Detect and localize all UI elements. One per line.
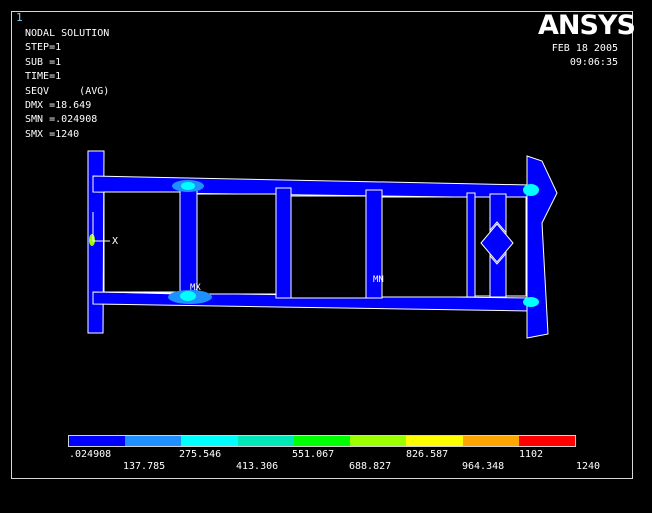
cross-member xyxy=(179,185,198,295)
legend-label: 964.348 xyxy=(462,461,505,472)
legend-label: 826.587 xyxy=(406,449,449,460)
legend-label: 137.785 xyxy=(123,461,166,472)
hotspot-upper-left-core xyxy=(181,182,195,190)
legend-label: 413.306 xyxy=(236,461,279,472)
hotspot-left-end xyxy=(89,234,95,246)
legend-label: 275.546 xyxy=(179,449,222,460)
legend-color-segment xyxy=(181,436,238,446)
legend-color-segment xyxy=(293,436,351,446)
legend-label: 1240 xyxy=(576,461,601,472)
hotspot-lower-right xyxy=(523,297,539,307)
cross-member xyxy=(275,187,292,299)
legend-color-segment xyxy=(350,436,407,446)
x-axis-label: X xyxy=(112,236,118,247)
min-marker: MN xyxy=(373,275,384,285)
legend-color-segment xyxy=(237,436,294,446)
opening xyxy=(381,196,468,298)
legend-label: .024908 xyxy=(69,449,112,460)
legend-label: 1102 xyxy=(519,449,544,460)
contour-legend-bar xyxy=(68,435,576,447)
legend-color-segment xyxy=(518,436,575,446)
legend-color-segment xyxy=(125,436,182,446)
legend-color-segment xyxy=(406,436,463,446)
cross-member xyxy=(466,192,476,298)
opening xyxy=(196,193,277,295)
right-end-plate xyxy=(526,155,558,339)
frame-openings xyxy=(103,191,527,299)
max-marker: MX xyxy=(190,283,201,293)
hotspot-upper-right xyxy=(523,184,539,196)
opening xyxy=(290,195,367,299)
legend-color-segment xyxy=(69,436,126,446)
legend-label: 688.827 xyxy=(349,461,392,472)
legend-label: 551.067 xyxy=(292,449,335,460)
legend-color-segment xyxy=(462,436,519,446)
